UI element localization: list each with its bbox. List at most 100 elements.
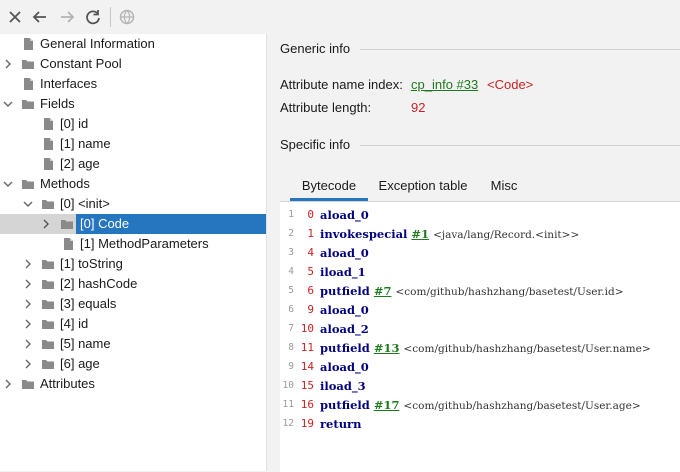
bytecode-instruction-line: aload_0 [320, 303, 369, 317]
chevron-right-icon[interactable] [2, 378, 14, 390]
bytecode-instruction-line: return [320, 417, 361, 431]
bytecode-row: 6 9 aload_0 [280, 300, 680, 319]
tab-misc[interactable]: Misc [482, 172, 526, 200]
tree-item-label: Methods [40, 176, 90, 191]
folder-icon [21, 177, 35, 191]
tree-item-code-selected[interactable]: [0] Code [0, 214, 266, 234]
folder-icon [21, 57, 35, 71]
file-icon [21, 37, 35, 51]
bytecode-comment: <com/github/hashzhang/basetest/User.id> [395, 286, 624, 298]
tree-item-attributes[interactable]: Attributes [0, 374, 266, 394]
tree-item-label: [5] name [60, 336, 111, 351]
tab-bytecode[interactable]: Bytecode [290, 172, 368, 201]
toolbar [0, 0, 680, 34]
tree-item-method-hashcode[interactable]: [2] hashCode [0, 274, 266, 294]
bytecode-instruction-line: iload_3 [320, 379, 366, 393]
bytecode-offset: 5 [307, 265, 314, 278]
tree-item-fields[interactable]: Fields [0, 94, 266, 114]
opcode: aload_0 [320, 246, 369, 260]
constant-pool-ref-link[interactable]: #13 [374, 341, 400, 355]
opcode: return [320, 417, 362, 431]
bytecode-offset: 4 [307, 246, 314, 259]
constant-pool-ref-link[interactable]: #17 [374, 398, 400, 412]
tree-item-field-id[interactable]: [0] id [0, 114, 266, 134]
bytecode-instruction-line: aload_0 [320, 246, 369, 260]
tree-item-field-name[interactable]: [1] name [0, 134, 266, 154]
refresh-icon[interactable] [82, 6, 104, 28]
chevron-right-icon[interactable] [2, 58, 14, 70]
line-number: 2 [288, 228, 294, 239]
tree-item-methods[interactable]: Methods [0, 174, 266, 194]
tree-item-method-id[interactable]: [4] id [0, 314, 266, 334]
tree-item-method-name[interactable]: [5] name [0, 334, 266, 354]
bytecode-row: 10 15 iload_3 [280, 376, 680, 395]
file-icon [21, 77, 35, 91]
generic-info-divider [360, 49, 680, 50]
tab-exception-table[interactable]: Exception table [372, 172, 474, 200]
bytecode-instruction-line: putfield #13 <com/github/hashzhang/baset… [320, 341, 651, 355]
chevron-right-icon[interactable] [40, 218, 52, 230]
chevron-right-icon[interactable] [22, 298, 34, 310]
line-number: 1 [288, 209, 294, 220]
folder-icon [60, 217, 74, 231]
tree-item-label: [4] id [60, 316, 89, 331]
chevron-down-icon[interactable] [2, 178, 14, 190]
opcode: iload_3 [320, 379, 366, 393]
tab-bar: Bytecode Exception table Misc [280, 172, 680, 201]
chevron-down-icon[interactable] [22, 198, 34, 210]
constant-pool-ref-link[interactable]: #1 [411, 227, 429, 241]
opcode: invokespecial [320, 227, 408, 241]
tree-item-method-age[interactable]: [6] age [0, 354, 266, 374]
line-number: 9 [288, 361, 294, 372]
bytecode-offset: 1 [307, 227, 314, 240]
specific-info-title: Specific info [280, 137, 351, 152]
line-number: 3 [288, 247, 294, 258]
bytecode-instruction-line: aload_0 [320, 208, 369, 222]
bytecode-view[interactable]: 1 0 aload_0 2 1 invokespecial #1 <java/lang/R… [280, 201, 680, 472]
chevron-right-icon[interactable] [22, 278, 34, 290]
folder-icon [41, 297, 55, 311]
tree-item-label: [1] name [60, 136, 111, 151]
tree-item-label: Attributes [40, 376, 95, 391]
attribute-name-index-link[interactable]: cp_info #33 [411, 77, 478, 92]
opcode: aload_0 [320, 360, 369, 374]
file-icon [41, 137, 55, 151]
tree-item-interfaces[interactable]: Interfaces [0, 74, 266, 94]
bytecode-offset: 9 [307, 303, 314, 316]
bytecode-row: 5 6 putfield #7 <com/github/hashzhang/base… [280, 281, 680, 300]
folder-icon [21, 377, 35, 391]
file-icon [41, 157, 55, 171]
tree-item-method-init[interactable]: [0] <init> [0, 194, 266, 214]
bytecode-row: 3 4 aload_0 [280, 243, 680, 262]
toolbar-separator [110, 7, 111, 27]
generic-info-title: Generic info [280, 41, 351, 56]
opcode: aload_0 [320, 208, 369, 222]
tree-item-general-information[interactable]: General Information [0, 34, 266, 54]
tree-item-label: Constant Pool [40, 56, 122, 71]
tree-item-method-parameters[interactable]: [1] MethodParameters [0, 234, 266, 254]
tree-item-field-age[interactable]: [2] age [0, 154, 266, 174]
back-arrow-icon[interactable] [29, 6, 51, 28]
attribute-length-label: Attribute length: [280, 100, 372, 115]
chevron-right-icon[interactable] [22, 338, 34, 350]
bytecode-offset: 0 [307, 208, 314, 221]
opcode: putfield [320, 284, 370, 298]
constant-pool-ref-link[interactable]: #7 [374, 284, 392, 298]
bytecode-instruction-line: iload_1 [320, 265, 366, 279]
tree-item-label: Interfaces [40, 76, 98, 91]
forward-arrow-icon[interactable] [56, 6, 78, 28]
tree-item-method-equals[interactable]: [3] equals [0, 294, 266, 314]
bytecode-offset: 6 [307, 284, 314, 297]
line-number: 12 [282, 418, 294, 429]
file-icon [61, 237, 75, 251]
tree-item-constant-pool[interactable]: Constant Pool [0, 54, 266, 74]
web-globe-icon[interactable] [116, 6, 138, 28]
chevron-down-icon[interactable] [2, 98, 14, 110]
tree-item-method-tostring[interactable]: [1] toString [0, 254, 266, 274]
close-icon[interactable] [4, 6, 26, 28]
bytecode-offset: 16 [300, 398, 314, 411]
chevron-right-icon[interactable] [22, 318, 34, 330]
chevron-right-icon[interactable] [22, 358, 34, 370]
file-icon [41, 117, 55, 131]
chevron-right-icon[interactable] [22, 258, 34, 270]
